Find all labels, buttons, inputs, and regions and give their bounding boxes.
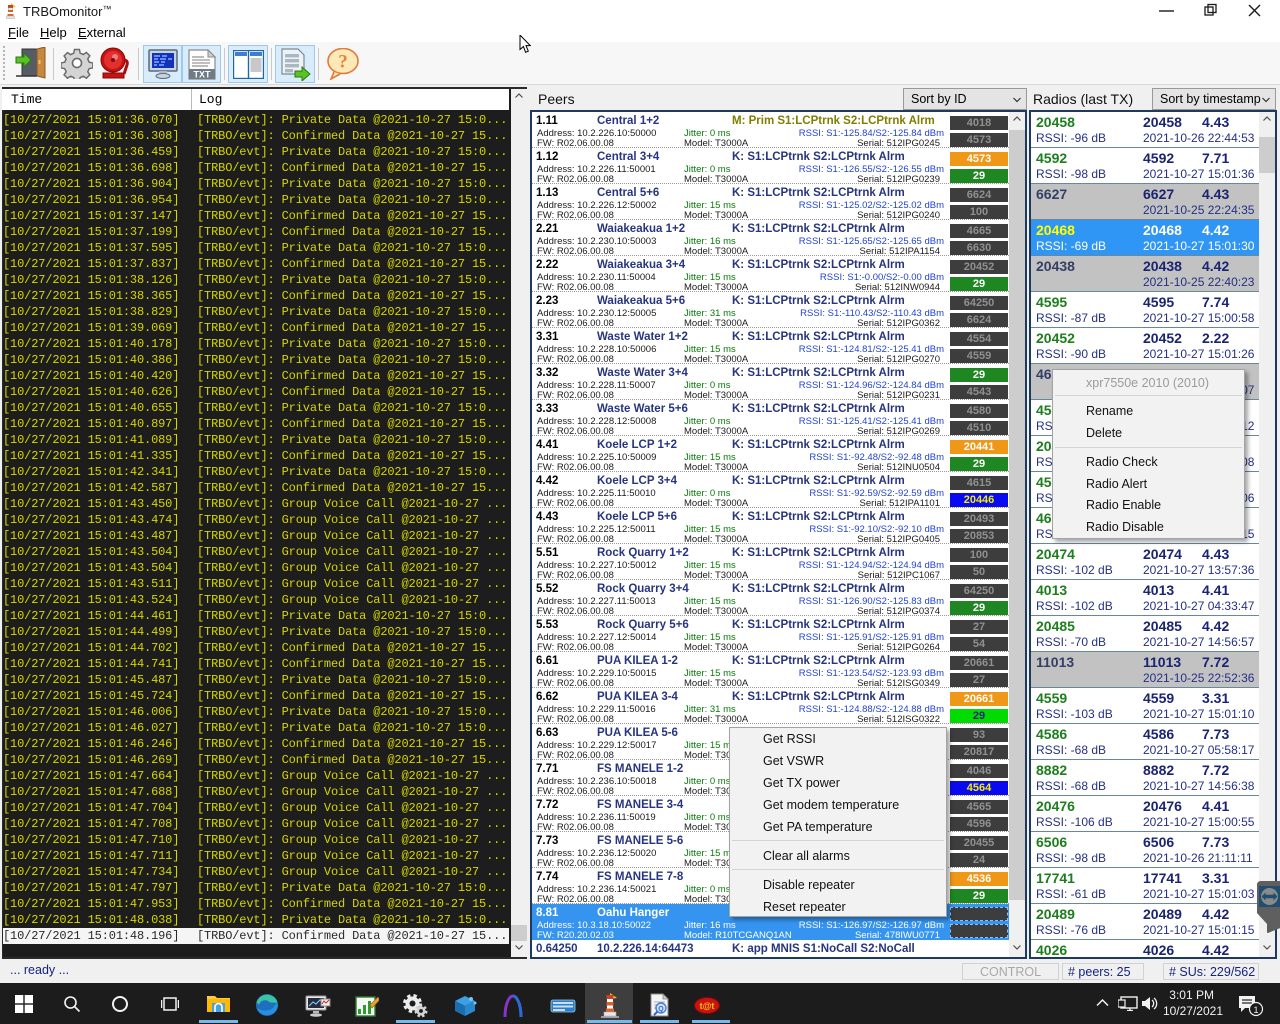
svg-text:TXT: TXT — [194, 70, 212, 80]
svg-text:?: ? — [338, 52, 348, 73]
svg-text:Q: Q — [658, 1006, 664, 1013]
svg-text:1: 1 — [1253, 1005, 1258, 1015]
svg-text:t@t: t@t — [700, 1001, 715, 1011]
